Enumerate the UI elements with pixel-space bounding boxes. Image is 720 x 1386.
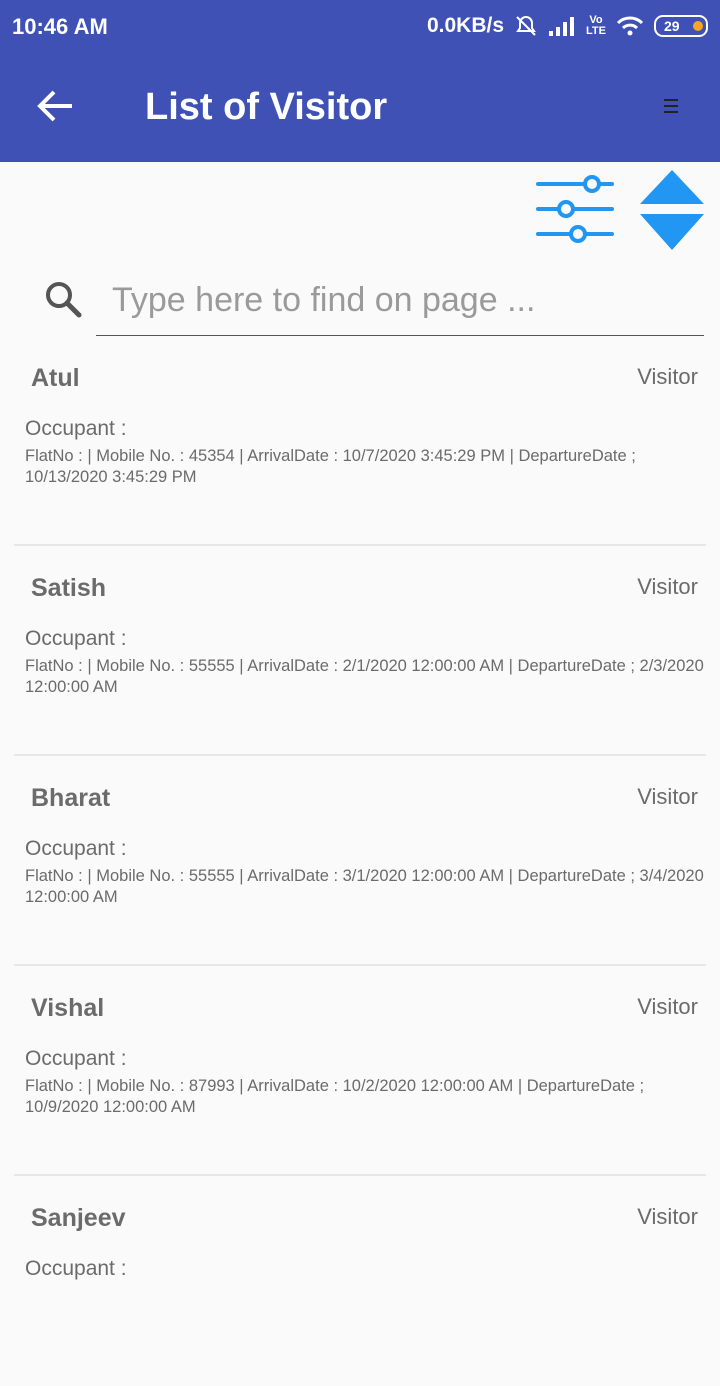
filter-button[interactable] <box>534 172 616 244</box>
sliders-filter-icon <box>536 175 614 243</box>
visitor-details: FlatNo : | Mobile No. : 87993 | ArrivalD… <box>25 1077 645 1116</box>
back-button[interactable] <box>34 86 78 126</box>
menu-button[interactable] <box>660 96 682 116</box>
battery-saver-dot <box>693 21 703 31</box>
visitor-type: Visitor <box>637 364 698 389</box>
battery-icon: 29 <box>654 15 708 37</box>
page-title: List of Visitor <box>145 86 388 128</box>
occupant-label: Occupant : <box>25 1047 127 1070</box>
visitor-type: Visitor <box>637 784 698 809</box>
visitor-name: Sanjeev <box>31 1204 126 1232</box>
occupant-label: Occupant : <box>25 417 127 440</box>
visitor-details: FlatNo : | Mobile No. : 55555 | ArrivalD… <box>25 867 704 906</box>
list-item[interactable]: Vishal Visitor Occupant : FlatNo : | Mob… <box>0 966 720 1176</box>
status-time: 10:46 AM <box>12 14 108 39</box>
search-icon <box>46 282 82 318</box>
visitor-type: Visitor <box>637 1204 698 1229</box>
menu-icon <box>664 99 678 113</box>
sort-up-down-icon <box>640 170 704 250</box>
arrow-left-icon <box>37 90 72 122</box>
battery-level: 29 <box>664 18 680 34</box>
visitor-type: Visitor <box>637 574 698 599</box>
occupant-label: Occupant : <box>25 1257 127 1280</box>
status-icons: 0.0KB/s Vo LTE 29 <box>427 12 708 40</box>
visitor-list: Atul Visitor Occupant : FlatNo : | Mobil… <box>0 336 720 1386</box>
visitor-details: FlatNo : | Mobile No. : 55555 | ArrivalD… <box>25 657 704 696</box>
volte-icon: Vo LTE <box>586 14 606 37</box>
search-input[interactable] <box>96 266 704 336</box>
app-bar: 10:46 AM 0.0KB/s Vo LTE 29 List of Visito… <box>0 0 720 162</box>
visitor-type: Visitor <box>637 994 698 1019</box>
list-item[interactable]: Atul Visitor Occupant : FlatNo : | Mobil… <box>0 336 720 546</box>
signal-icon <box>548 15 576 37</box>
visitor-name: Satish <box>31 574 107 602</box>
visitor-name: Bharat <box>31 784 111 812</box>
visitor-name: Atul <box>31 364 80 392</box>
occupant-label: Occupant : <box>25 627 127 650</box>
list-item[interactable]: Satish Visitor Occupant : FlatNo : | Mob… <box>0 546 720 756</box>
occupant-label: Occupant : <box>25 837 127 860</box>
visitor-name: Vishal <box>31 994 105 1022</box>
network-speed: 0.0KB/s <box>426 14 505 37</box>
visitor-details: FlatNo : | Mobile No. : 45354 | ArrivalD… <box>25 447 636 486</box>
list-item[interactable]: Bharat Visitor Occupant : FlatNo : | Mob… <box>0 756 720 966</box>
list-item[interactable]: Sanjeev Visitor Occupant : <box>0 1176 720 1386</box>
alarm-off-icon <box>514 14 538 38</box>
wifi-icon <box>616 15 644 37</box>
sort-button[interactable] <box>638 168 706 252</box>
